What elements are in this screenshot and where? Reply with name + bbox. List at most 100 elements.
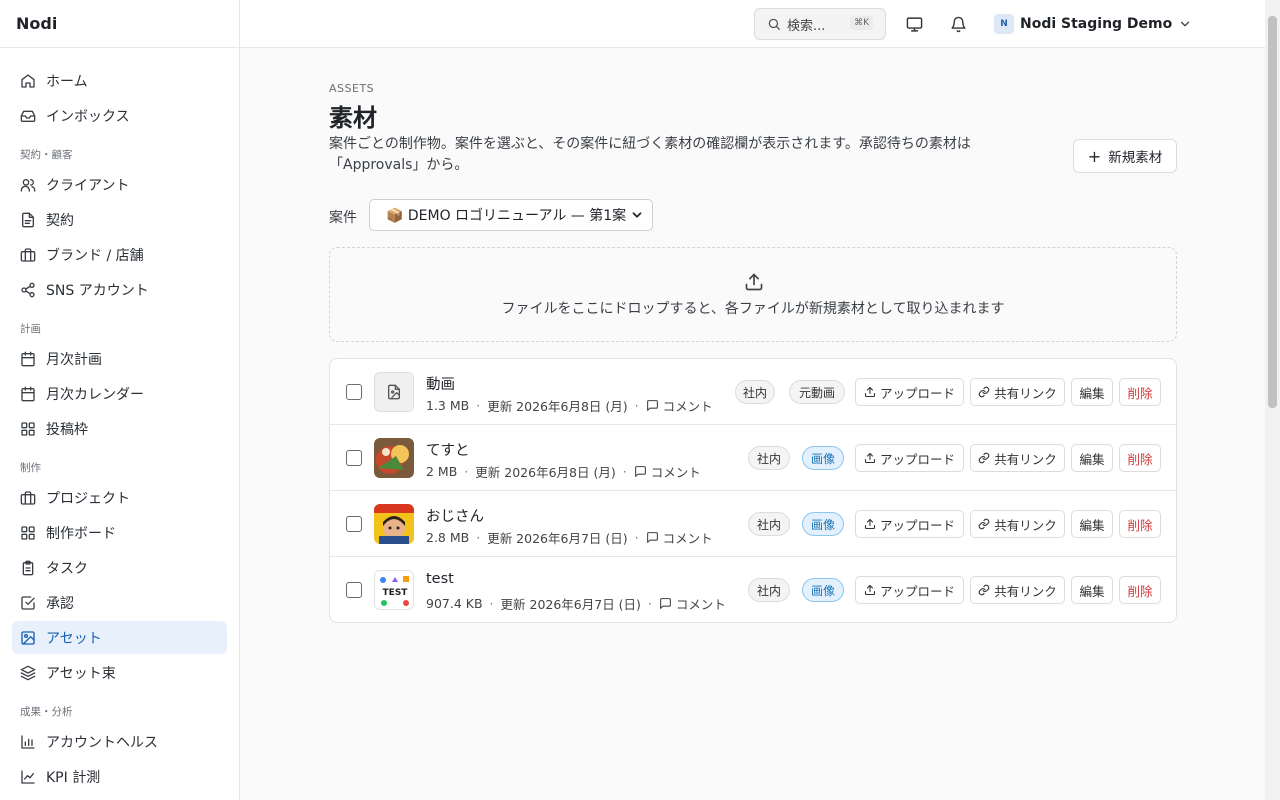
sidebar-item-monthly-plan[interactable]: 月次計画	[12, 342, 227, 375]
row-checkbox[interactable]	[346, 384, 362, 400]
sidebar-item-inbox[interactable]: インボックス	[12, 99, 227, 132]
page-description-line: 案件ごとの制作物。案件を選ぶと、その案件に紐づく素材の確認欄が表示されます。承認…	[329, 136, 971, 152]
list-item[interactable]: おじさん 2.8 MB · 更新 2026年6月7日 (日) · コメント 社内 画…	[330, 491, 1176, 557]
app-logo[interactable]: Nodi	[0, 0, 239, 48]
sidebar-item-contracts[interactable]: 契約	[12, 203, 227, 236]
asset-name[interactable]: おじさん	[426, 505, 484, 526]
share-link-button[interactable]: 共有リンク	[970, 576, 1065, 604]
sidebar-item-monthly-calendar[interactable]: 月次カレンダー	[12, 377, 227, 410]
comment-icon	[659, 597, 672, 610]
edit-button[interactable]: 編集	[1071, 378, 1113, 406]
delete-button[interactable]: 削除	[1119, 444, 1161, 472]
search-button[interactable]: 検索... ⌘K	[754, 8, 886, 40]
upload-button[interactable]: アップロード	[855, 576, 964, 604]
comment-link[interactable]: コメント	[646, 396, 713, 415]
share-link-label: 共有リンク	[994, 385, 1057, 401]
comment-link[interactable]: コメント	[659, 594, 726, 613]
comment-link[interactable]: コメント	[646, 528, 713, 547]
new-asset-button[interactable]: + 新規素材	[1073, 139, 1177, 173]
sidebar-item-label: タスク	[46, 560, 88, 577]
thumbnail-text: TEST	[383, 588, 409, 598]
upload-button[interactable]: アップロード	[855, 378, 964, 406]
sidebar-item-label: 月次計画	[46, 351, 102, 368]
list-item[interactable]: 動画 1.3 MB · 更新 2026年6月8日 (月) · コメント 社内 元動画…	[330, 359, 1176, 425]
scrollbar-thumb[interactable]	[1268, 16, 1277, 408]
sidebar-item-projects[interactable]: プロジェクト	[12, 481, 227, 514]
sidebar-item-approvals[interactable]: 承認	[12, 586, 227, 619]
link-icon	[978, 518, 990, 530]
asset-size: 1.3 MB	[426, 398, 470, 413]
edit-button[interactable]: 編集	[1071, 444, 1113, 472]
scrollbar[interactable]	[1265, 0, 1280, 800]
sidebar-item-tasks[interactable]: タスク	[12, 551, 227, 584]
bell-icon[interactable]	[948, 14, 968, 34]
sidebar-item-sns-accounts[interactable]: SNS アカウント	[12, 273, 227, 306]
row-checkbox[interactable]	[346, 450, 362, 466]
workspace-badge: N	[994, 14, 1014, 34]
upload-icon	[864, 386, 876, 398]
sidebar-item-kpi[interactable]: KPI 計測	[12, 760, 227, 793]
comment-icon	[634, 465, 647, 478]
upload-button[interactable]: アップロード	[855, 510, 964, 538]
share-link-button[interactable]: 共有リンク	[970, 510, 1065, 538]
row-checkbox[interactable]	[346, 582, 362, 598]
edit-button[interactable]: 編集	[1071, 510, 1113, 538]
search-icon	[767, 17, 781, 31]
sidebar-item-clients[interactable]: クライアント	[12, 168, 227, 201]
sidebar-item-production-board[interactable]: 制作ボード	[12, 516, 227, 549]
asset-meta: 2.8 MB · 更新 2026年6月7日 (日) · コメント	[426, 528, 713, 547]
calendar-icon	[20, 351, 36, 367]
image-thumbnail[interactable]	[374, 438, 414, 478]
sidebar-item-post-slots[interactable]: 投稿枠	[12, 412, 227, 445]
link-icon	[978, 452, 990, 464]
sidebar-item-account-health[interactable]: アカウントヘルス	[12, 725, 227, 758]
row-checkbox[interactable]	[346, 516, 362, 532]
sidebar-item-home[interactable]: ホーム	[12, 64, 227, 97]
share-link-label: 共有リンク	[994, 517, 1057, 533]
delete-button[interactable]: 削除	[1119, 576, 1161, 604]
upload-icon	[744, 272, 764, 292]
image-thumbnail[interactable]: TEST	[374, 570, 414, 610]
comment-label: コメント	[675, 597, 726, 612]
grid-icon	[20, 525, 36, 541]
sidebar-item-label: 契約	[46, 212, 74, 229]
tag-source-video: 元動画	[789, 380, 845, 404]
upload-button[interactable]: アップロード	[855, 444, 964, 472]
sidebar-item-label: アセット束	[46, 665, 116, 682]
monitor-icon[interactable]	[904, 14, 924, 34]
tag-image: 画像	[802, 446, 844, 470]
sidebar-item-assets[interactable]: アセット	[12, 621, 227, 654]
sidebar-item-asset-bundles[interactable]: アセット束	[12, 656, 227, 689]
asset-size: 2.8 MB	[426, 530, 470, 545]
search-shortcut: ⌘K	[850, 16, 873, 30]
file-thumbnail[interactable]	[374, 372, 414, 412]
page-eyebrow: ASSETS	[329, 82, 375, 95]
store-icon	[20, 247, 36, 263]
check-square-icon	[20, 595, 36, 611]
asset-name[interactable]: test	[426, 571, 454, 587]
comment-icon	[646, 399, 659, 412]
share-link-button[interactable]: 共有リンク	[970, 378, 1065, 406]
share-link-button[interactable]: 共有リンク	[970, 444, 1065, 472]
list-item[interactable]: てすと 2 MB · 更新 2026年6月8日 (月) · コメント 社内 画像 ア…	[330, 425, 1176, 491]
asset-name[interactable]: てすと	[426, 439, 470, 460]
sidebar-nav: ホーム インボックス 契約・顧客 クライアント 契約 ブランド / 店舗 SNS…	[0, 48, 239, 793]
edit-button[interactable]: 編集	[1071, 576, 1113, 604]
sidebar-item-brands[interactable]: ブランド / 店舗	[12, 238, 227, 271]
asset-meta: 1.3 MB · 更新 2026年6月8日 (月) · コメント	[426, 396, 713, 415]
delete-button[interactable]: 削除	[1119, 510, 1161, 538]
list-item[interactable]: TEST test 907.4 KB · 更新 2026年6月7日 (日) · コメ…	[330, 557, 1176, 622]
file-dropzone[interactable]: ファイルをここにドロップすると、各ファイルが新規素材として取り込まれます	[329, 247, 1177, 342]
upload-label: アップロード	[879, 583, 955, 599]
asset-meta: 2 MB · 更新 2026年6月8日 (月) · コメント	[426, 462, 701, 481]
asset-name[interactable]: 動画	[426, 373, 455, 394]
image-thumbnail[interactable]	[374, 504, 414, 544]
share-link-label: 共有リンク	[994, 451, 1057, 467]
sidebar-item-label: プロジェクト	[46, 490, 130, 507]
workspace-switcher[interactable]: N Nodi Staging Demo	[994, 12, 1192, 36]
clipboard-icon	[20, 560, 36, 576]
delete-button[interactable]: 削除	[1119, 378, 1161, 406]
case-select[interactable]: 📦 DEMO ロゴリニューアル — 第1案	[369, 199, 653, 231]
workspace-name: Nodi Staging Demo	[1020, 16, 1173, 32]
comment-link[interactable]: コメント	[634, 462, 701, 481]
